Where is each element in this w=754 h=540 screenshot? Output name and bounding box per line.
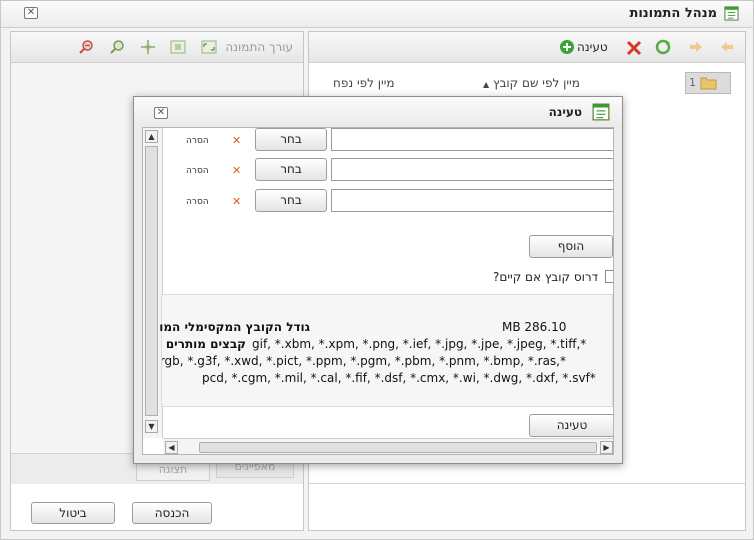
file-path-input[interactable]	[331, 189, 613, 212]
remove-label[interactable]: הסרה	[186, 166, 209, 176]
allowed-types-line-2-clip: tif, *.rgb, *.g3f, *.xwd, *.pict, *.ppm,…	[162, 354, 566, 370]
scroll-right-arrow[interactable]: ▶	[600, 441, 613, 454]
file-row: הסרה ✕ בחר	[163, 189, 613, 215]
file-browser-toolbar: טעינה	[309, 32, 745, 63]
vertical-scrollbar[interactable]: ▲ ▼	[143, 128, 163, 438]
arrow-back-icon[interactable]	[719, 39, 735, 55]
upload-dialog: ✕ טעינה ▲ ▼ הסרה ✕ בחר הסרה ✕ בחר הסרה ✕…	[133, 96, 623, 464]
fit-image-icon[interactable]	[201, 39, 217, 55]
file-row: הסרה ✕ בחר	[163, 158, 613, 184]
upload-info-box: MB 286.10 גודל הקובץ המקסימלי המותר gif,…	[160, 294, 613, 407]
max-size-value: MB 286.10	[502, 320, 567, 334]
refresh-icon[interactable]	[655, 39, 671, 55]
arrow-forward-icon[interactable]	[688, 39, 704, 55]
add-icon[interactable]	[559, 39, 575, 55]
window-titlebar: ✕ מנהל התמונות	[1, 1, 753, 28]
zoom-in-icon[interactable]	[109, 39, 125, 55]
overwrite-checkbox[interactable]	[605, 270, 613, 283]
image-editor-toolbar: עורך התמונה	[11, 32, 303, 63]
delete-icon[interactable]	[626, 40, 642, 56]
scroll-up-arrow[interactable]: ▲	[145, 130, 158, 143]
remove-label[interactable]: הסרה	[186, 136, 209, 146]
upload-button[interactable]: טעינה	[529, 414, 613, 437]
folder-item-index: 1	[689, 76, 696, 89]
sort-ascending-icon: ▲	[483, 80, 490, 89]
remove-icon[interactable]: ✕	[232, 164, 241, 177]
remove-icon[interactable]: ✕	[232, 134, 241, 147]
divider	[309, 483, 745, 484]
folder-icon	[700, 77, 717, 90]
zoom-out-icon[interactable]	[78, 39, 94, 55]
window-title: מנהל התמונות	[629, 6, 717, 21]
cancel-button[interactable]: ביטול	[31, 502, 115, 524]
allowed-types-label: קבצים מותרים	[165, 337, 246, 351]
sort-by-name[interactable]: מיין לפי שם קובץ ▲	[483, 76, 580, 90]
scroll-down-arrow[interactable]: ▼	[145, 420, 158, 433]
insert-button[interactable]: הכנסה	[132, 502, 212, 524]
upload-dialog-icon	[592, 103, 610, 121]
move-icon[interactable]	[140, 39, 156, 55]
horizontal-scrollbar-thumb[interactable]	[199, 442, 597, 453]
folder-item[interactable]: 1	[685, 72, 731, 94]
window-close-button[interactable]: ✕	[24, 7, 38, 19]
scroll-left-arrow[interactable]: ◀	[165, 441, 178, 454]
browse-button[interactable]: בחר	[255, 189, 327, 212]
browse-button[interactable]: בחר	[255, 128, 327, 151]
image-manager-icon	[724, 6, 739, 21]
dialog-titlebar: ✕ טעינה	[134, 97, 622, 127]
add-file-button[interactable]: הוסף	[529, 235, 613, 258]
remove-icon[interactable]: ✕	[232, 195, 241, 208]
overwrite-label: דרוס קובץ אם קיים?	[493, 270, 599, 284]
horizontal-scrollbar[interactable]: ◀ ▶	[163, 438, 613, 454]
max-size-label: גודל הקובץ המקסימלי המותר	[160, 320, 310, 334]
sort-by-name-label: מיין לפי שם קובץ	[492, 76, 580, 90]
browse-button[interactable]: בחר	[255, 158, 327, 181]
upload-label[interactable]: טעינה	[577, 40, 608, 54]
dialog-content: ▲ ▼ הסרה ✕ בחר הסרה ✕ בחר הסרה ✕ בחר הוס…	[142, 127, 614, 455]
allowed-types-line-1: gif, *.xbm, *.xpm, *.png, *.ief, *.jpg, …	[252, 337, 587, 351]
image-editor-label: עורך התמונה	[225, 40, 293, 54]
remove-label[interactable]: הסרה	[186, 197, 209, 207]
file-path-input[interactable]	[331, 158, 613, 181]
allowed-types-line-2: tif, *.rgb, *.g3f, *.xwd, *.pict, *.ppm,…	[162, 354, 566, 368]
sort-by-size[interactable]: מיין לפי נפח	[333, 76, 395, 90]
allowed-types-line-3: pcd, *.cgm, *.mil, *.cal, *.fif, *.dsf, …	[202, 371, 596, 385]
dialog-title: טעינה	[548, 105, 582, 119]
dialog-close-button[interactable]: ✕	[154, 107, 168, 119]
file-row: הסרה ✕ בחר	[163, 128, 613, 154]
file-path-input[interactable]	[331, 128, 613, 151]
actual-size-icon[interactable]	[170, 39, 186, 55]
scrollbar-thumb[interactable]	[145, 146, 158, 416]
